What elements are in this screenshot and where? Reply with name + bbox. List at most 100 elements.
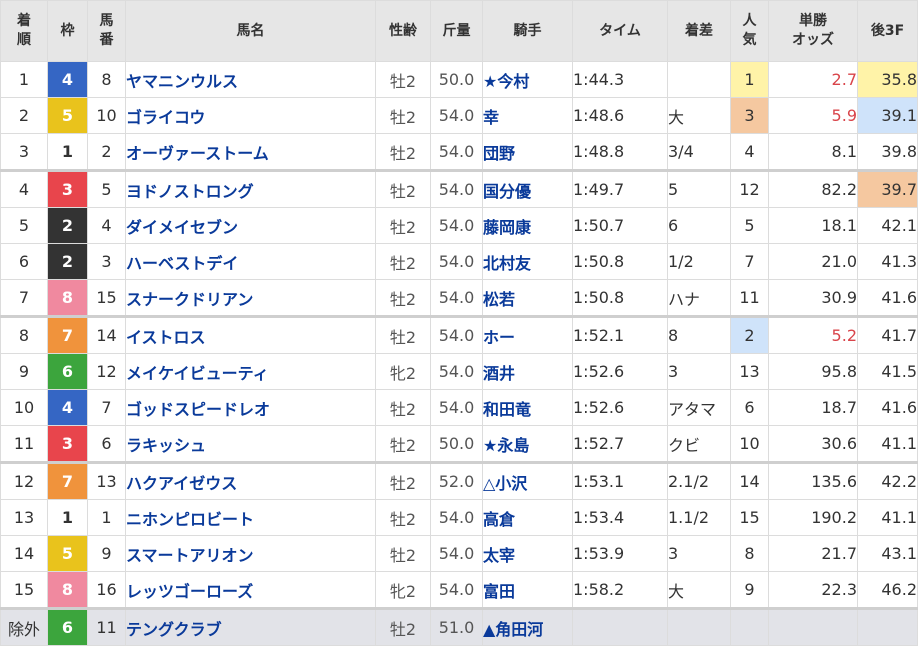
horse-name-link[interactable]: ハクアイゼウス [125,461,376,500]
jockey-link[interactable]: 幸 [482,97,573,134]
sex-age-cell: 牡2 [375,243,431,280]
jockey-link[interactable]: 和田竜 [482,389,573,426]
header-popularity[interactable]: 人気 [730,0,769,62]
popularity-cell: 7 [730,243,769,280]
margin-cell: 1/2 [667,243,731,280]
jockey-link[interactable]: 松若 [482,279,573,317]
popularity-cell: 1 [730,61,769,98]
race-results-table: 着順 枠 馬番 馬名 性齢 斤量 騎手 タイム 着差 人気 単勝 オッズ 後3F … [0,0,918,646]
table-row[interactable]: 13 1 1 ニホンピロビート 牡2 54.0 高倉 1:53.4 1.1/2 15 190.2 41… [0,499,918,536]
odds-cell: 30.9 [768,279,858,317]
table-row[interactable]: 2 5 10 ゴライコウ 牡2 54.0 幸 1:48.6 大 3 5.9 39.1 [0,97,918,134]
umaban-cell: 7 [87,389,126,426]
horse-name-link[interactable]: ラキッシュ [125,425,376,463]
popularity-cell: 9 [730,571,769,609]
jockey-link[interactable]: 国分優 [482,169,573,208]
odds-cell: 8.1 [768,133,858,171]
sex-age-cell: 牡2 [375,535,431,572]
last3f-cell: 39.8 [857,133,918,171]
table-row[interactable]: 8 7 14 イストロス 牡2 54.0 ホー 1:52.1 8 2 5.2 41.7 [0,315,918,354]
margin-cell: 1.1/2 [667,499,731,536]
table-row[interactable]: 4 3 5 ヨドノストロング 牡2 54.0 国分優 1:49.7 5 12 82.2 39.7 [0,169,918,208]
sex-age-cell: 牡2 [375,279,431,317]
jockey-link[interactable]: 酒井 [482,353,573,390]
time-cell: 1:53.1 [572,461,668,500]
popularity-cell: 13 [730,353,769,390]
weight-cell: 51.0 [430,607,483,646]
time-cell: 1:50.7 [572,207,668,244]
jockey-link[interactable]: 団野 [482,133,573,171]
rank-cell: 1 [0,61,48,98]
header-last3f[interactable]: 後3F [857,0,918,62]
table-row[interactable]: 10 4 7 ゴッドスピードレオ 牡2 54.0 和田竜 1:52.6 アタマ 6 18.7 41.6 [0,389,918,426]
odds-cell: 5.9 [768,97,858,134]
umaban-cell: 3 [87,243,126,280]
horse-name-link[interactable]: ダイメイセブン [125,207,376,244]
table-row[interactable]: 7 8 15 スナークドリアン 牡2 54.0 松若 1:50.8 ハナ 11 30.9 41.6 [0,279,918,317]
time-cell: 1:52.1 [572,315,668,354]
horse-name-link[interactable]: スマートアリオン [125,535,376,572]
header-margin[interactable]: 着差 [667,0,731,62]
weight-cell: 54.0 [430,315,483,354]
horse-name-link[interactable]: メイケイビューティ [125,353,376,390]
table-row[interactable]: 11 3 6 ラキッシュ 牡2 50.0 ★永島 1:52.7 クビ 10 30.6 41.1 [0,425,918,463]
time-cell: 1:48.6 [572,97,668,134]
jockey-link[interactable]: ホー [482,315,573,354]
jockey-link[interactable]: ▲角田河 [482,607,573,646]
waku-cell: 5 [47,97,88,134]
margin-cell [667,607,731,646]
header-time[interactable]: タイム [572,0,668,62]
header-weight[interactable]: 斤量 [430,0,483,62]
table-row[interactable]: 1 4 8 ヤマニンウルス 牡2 50.0 ★今村 1:44.3 1 2.7 35.8 [0,61,918,98]
header-jockey[interactable]: 騎手 [482,0,573,62]
last3f-cell: 41.3 [857,243,918,280]
header-umaban[interactable]: 馬番 [87,0,126,62]
header-sexage[interactable]: 性齢 [375,0,431,62]
jockey-link[interactable]: 太宰 [482,535,573,572]
jockey-link[interactable]: △小沢 [482,461,573,500]
table-row[interactable]: 15 8 16 レッツゴーローズ 牝2 54.0 富田 1:58.2 大 9 22.3 46.2 [0,571,918,609]
header-odds[interactable]: 単勝 オッズ [768,0,858,62]
horse-name-link[interactable]: レッツゴーローズ [125,571,376,609]
table-row[interactable]: 3 1 2 オーヴァーストーム 牡2 54.0 団野 1:48.8 3/4 4 8.1 39.8 [0,133,918,171]
header-row: 着順 枠 馬番 馬名 性齢 斤量 騎手 タイム 着差 人気 単勝 オッズ 後3F [0,0,918,62]
time-cell: 1:52.7 [572,425,668,463]
table-row[interactable]: 14 5 9 スマートアリオン 牡2 54.0 太宰 1:53.9 3 8 21.7 43.1 [0,535,918,572]
horse-name-link[interactable]: イストロス [125,315,376,354]
horse-name-link[interactable]: ヨドノストロング [125,169,376,208]
jockey-link[interactable]: 北村友 [482,243,573,280]
table-row[interactable]: 12 7 13 ハクアイゼウス 牡2 52.0 △小沢 1:53.1 2.1/2 14 135.6 4… [0,461,918,500]
horse-name-link[interactable]: ヤマニンウルス [125,61,376,98]
table-row[interactable]: 9 6 12 メイケイビューティ 牝2 54.0 酒井 1:52.6 3 13 95.8 41.5 [0,353,918,390]
popularity-cell: 14 [730,461,769,500]
waku-cell: 7 [47,461,88,500]
popularity-cell: 10 [730,425,769,463]
horse-name-link[interactable]: ゴライコウ [125,97,376,134]
horse-name-link[interactable]: ゴッドスピードレオ [125,389,376,426]
horse-name-link[interactable]: テングクラブ [125,607,376,646]
table-row[interactable]: 除外 6 11 テングクラブ 牡2 51.0 ▲角田河 [0,607,918,646]
table-row[interactable]: 5 2 4 ダイメイセブン 牡2 54.0 藤岡康 1:50.7 6 5 18.1 42.1 [0,207,918,244]
weight-cell: 54.0 [430,243,483,280]
waku-cell: 1 [47,499,88,536]
jockey-link[interactable]: 高倉 [482,499,573,536]
last3f-cell [857,607,918,646]
rank-cell: 3 [0,133,48,171]
odds-cell: 18.7 [768,389,858,426]
jockey-link[interactable]: 富田 [482,571,573,609]
table-row[interactable]: 6 2 3 ハーベストデイ 牡2 54.0 北村友 1:50.8 1/2 7 21.0 41.3 [0,243,918,280]
last3f-cell: 39.7 [857,169,918,208]
horse-name-link[interactable]: オーヴァーストーム [125,133,376,171]
last3f-cell: 41.7 [857,315,918,354]
jockey-link[interactable]: ★永島 [482,425,573,463]
jockey-link[interactable]: 藤岡康 [482,207,573,244]
header-waku[interactable]: 枠 [47,0,88,62]
header-rank[interactable]: 着順 [0,0,48,62]
horse-name-link[interactable]: ハーベストデイ [125,243,376,280]
horse-name-link[interactable]: スナークドリアン [125,279,376,317]
margin-cell: 5 [667,169,731,208]
jockey-link[interactable]: ★今村 [482,61,573,98]
horse-name-link[interactable]: ニホンピロビート [125,499,376,536]
weight-cell: 54.0 [430,571,483,609]
header-name[interactable]: 馬名 [125,0,376,62]
